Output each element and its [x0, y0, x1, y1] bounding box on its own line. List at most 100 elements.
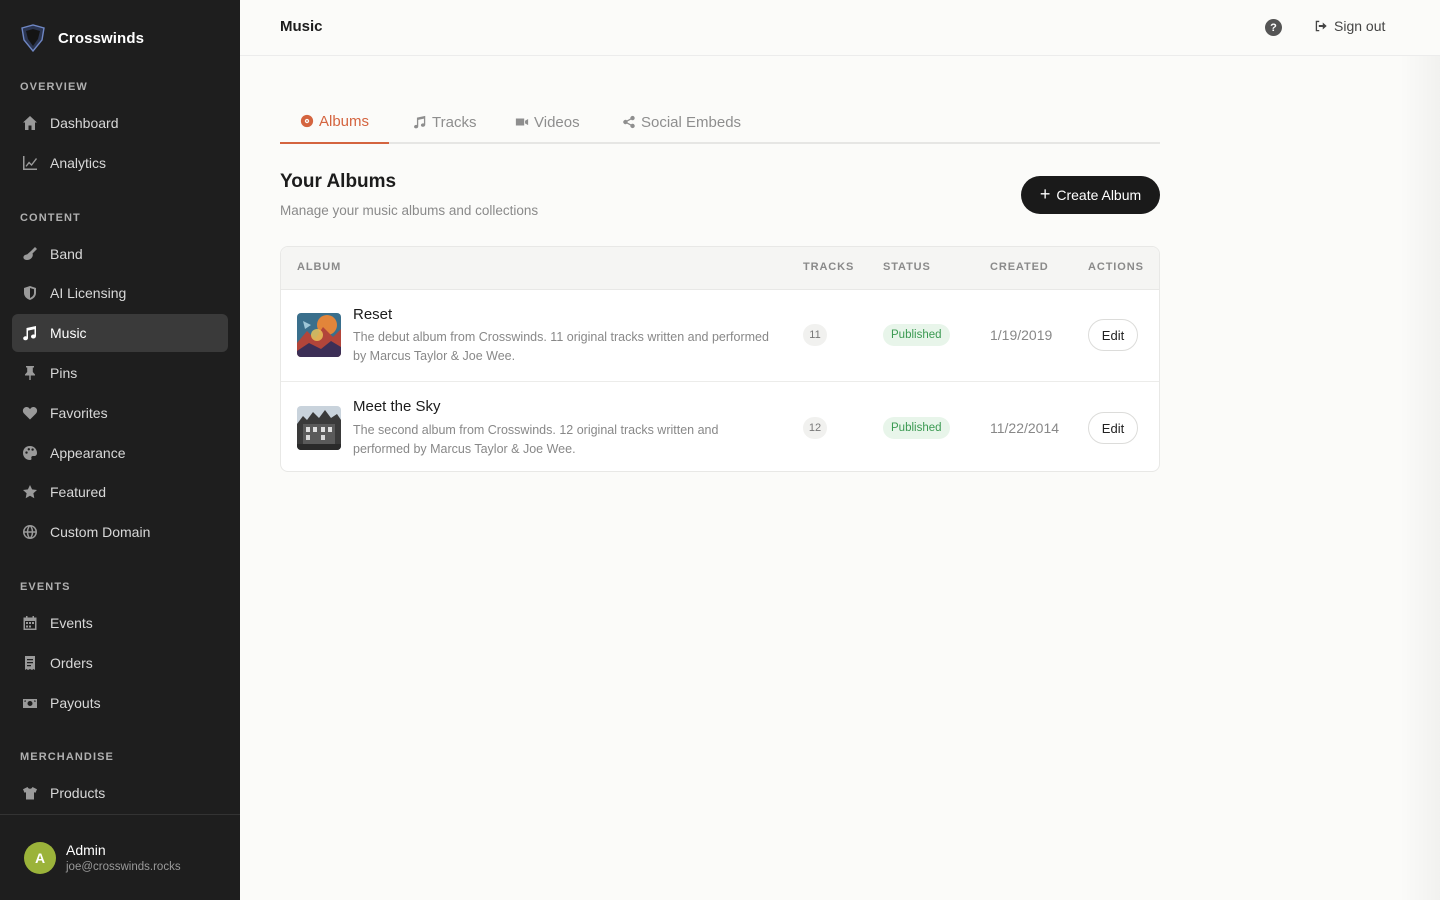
table-row[interactable]: Meet the Sky The second album from Cross…	[281, 381, 1159, 471]
status-badge: Published	[883, 324, 950, 346]
music-tabs: Albums Tracks Videos Social Embeds	[280, 100, 1160, 144]
shield-icon	[22, 285, 38, 301]
plus-icon: +	[1039, 184, 1051, 204]
avatar: A	[24, 841, 56, 874]
video-camera-icon	[515, 118, 529, 126]
money-icon	[22, 695, 38, 711]
share-icon	[623, 115, 635, 129]
tab-label: Tracks	[432, 113, 477, 131]
chart-line-icon	[22, 155, 38, 171]
receipt-icon	[22, 655, 38, 671]
album-description: The debut album from Crosswinds. 11 orig…	[353, 330, 769, 363]
user-name: Admin	[66, 842, 106, 858]
sidebar-item-pins[interactable]: Pins	[12, 354, 228, 392]
created-date: 11/22/2014	[990, 420, 1060, 436]
user-profile[interactable]: A Admin joe@crosswinds.rocks	[0, 814, 240, 900]
globe-icon	[22, 524, 38, 540]
help-icon[interactable]: ?	[1265, 19, 1282, 36]
sign-out-button[interactable]: Sign out	[1314, 18, 1385, 34]
sidebar-item-band[interactable]: Band	[12, 235, 228, 273]
section-label-content: CONTENT	[20, 212, 81, 224]
pin-icon	[22, 365, 38, 381]
calendar-icon	[22, 615, 38, 631]
sidebar-item-payouts[interactable]: Payouts	[12, 684, 228, 722]
music-note-icon	[414, 115, 426, 129]
create-album-button[interactable]: + Create Album	[1021, 176, 1160, 214]
crosswinds-logo-icon	[21, 24, 45, 52]
album-title[interactable]: Meet the Sky	[353, 398, 441, 415]
sidebar-item-appearance[interactable]: Appearance	[12, 434, 228, 472]
column-header-created: CREATED	[990, 261, 1049, 273]
tracks-count-badge: 11	[803, 324, 827, 346]
home-icon	[22, 115, 38, 131]
sidebar-item-label: Featured	[50, 484, 107, 500]
column-header-actions: ACTIONS	[1088, 261, 1144, 273]
sidebar-item-ai-licensing[interactable]: AI Licensing	[12, 274, 228, 312]
brand[interactable]: Crosswinds	[20, 24, 144, 52]
record-icon	[300, 114, 314, 128]
table-header: ALBUM TRACKS STATUS CREATED ACTIONS	[281, 247, 1159, 290]
sidebar-item-label: Music	[50, 325, 87, 341]
sidebar-item-label: Pins	[50, 365, 78, 381]
sidebar-item-custom-domain[interactable]: Custom Domain	[12, 513, 228, 551]
sidebar-item-label: AI Licensing	[50, 285, 127, 301]
sidebar-item-label: Band	[50, 246, 83, 262]
sidebar-item-label: Events	[50, 615, 93, 631]
sidebar-item-music[interactable]: Music	[12, 314, 228, 352]
edit-button[interactable]: Edit	[1088, 319, 1138, 351]
sidebar-item-label: Favorites	[50, 405, 108, 421]
album-cover-image	[297, 313, 341, 357]
tab-tracks[interactable]: Tracks	[393, 100, 496, 144]
created-date: 1/19/2019	[990, 327, 1053, 343]
column-header-tracks: TRACKS	[803, 261, 855, 273]
shirt-icon	[22, 785, 38, 801]
column-header-status: STATUS	[883, 261, 931, 273]
brand-name: Crosswinds	[58, 29, 145, 47]
sidebar-item-label: Payouts	[50, 695, 101, 711]
sign-out-label: Sign out	[1334, 18, 1386, 34]
tab-social-embeds[interactable]: Social Embeds	[602, 100, 761, 144]
tracks-count-badge: 12	[803, 417, 827, 439]
sidebar-item-orders[interactable]: Orders	[12, 644, 228, 682]
albums-table: ALBUM TRACKS STATUS CREATED ACTIONS Rese…	[280, 246, 1160, 472]
sidebar-item-products[interactable]: Products	[12, 774, 228, 812]
sidebar-item-label: Products	[50, 785, 106, 801]
tab-albums[interactable]: Albums	[280, 100, 390, 144]
tab-label: Videos	[534, 113, 580, 131]
section-label-merchandise: MERCHANDISE	[20, 751, 114, 763]
sidebar: Crosswinds OVERVIEW Dashboard Analytics …	[0, 0, 240, 900]
section-label-events: EVENTS	[20, 581, 71, 593]
section-label-overview: OVERVIEW	[20, 81, 88, 93]
tab-label: Albums	[319, 112, 370, 130]
tab-label: Social Embeds	[641, 113, 742, 131]
top-bar: Music ? Sign out	[240, 0, 1440, 56]
palette-icon	[22, 445, 38, 461]
sidebar-item-featured[interactable]: Featured	[12, 473, 228, 511]
star-icon	[22, 484, 38, 500]
album-title[interactable]: Reset	[353, 306, 392, 323]
sidebar-item-label: Custom Domain	[50, 524, 151, 540]
right-edge-shadow	[1400, 56, 1440, 900]
section-title: Your Albums	[280, 171, 397, 192]
music-note-icon	[22, 325, 38, 341]
tab-videos[interactable]: Videos	[495, 100, 600, 144]
sign-out-icon	[1315, 20, 1327, 32]
album-description: The second album from Crosswinds. 12 ori…	[353, 423, 719, 456]
sidebar-item-dashboard[interactable]: Dashboard	[12, 104, 228, 142]
sidebar-item-events[interactable]: Events	[12, 604, 228, 642]
sidebar-item-label: Orders	[50, 655, 93, 671]
user-info: Admin joe@crosswinds.rocks	[66, 842, 181, 873]
album-cover-image	[297, 406, 341, 450]
edit-button[interactable]: Edit	[1088, 412, 1138, 444]
create-album-label: Create Album	[1056, 187, 1142, 203]
column-header-album: ALBUM	[297, 261, 342, 273]
status-badge: Published	[883, 417, 950, 439]
table-row[interactable]: Reset The debut album from Crosswinds. 1…	[281, 290, 1159, 381]
guitar-icon	[22, 246, 38, 262]
sidebar-item-analytics[interactable]: Analytics	[12, 144, 228, 182]
sidebar-item-label: Appearance	[50, 445, 126, 461]
heart-icon	[22, 405, 38, 421]
sidebar-item-favorites[interactable]: Favorites	[12, 394, 228, 432]
page-title: Music	[280, 18, 323, 35]
user-email: joe@crosswinds.rocks	[66, 861, 181, 873]
